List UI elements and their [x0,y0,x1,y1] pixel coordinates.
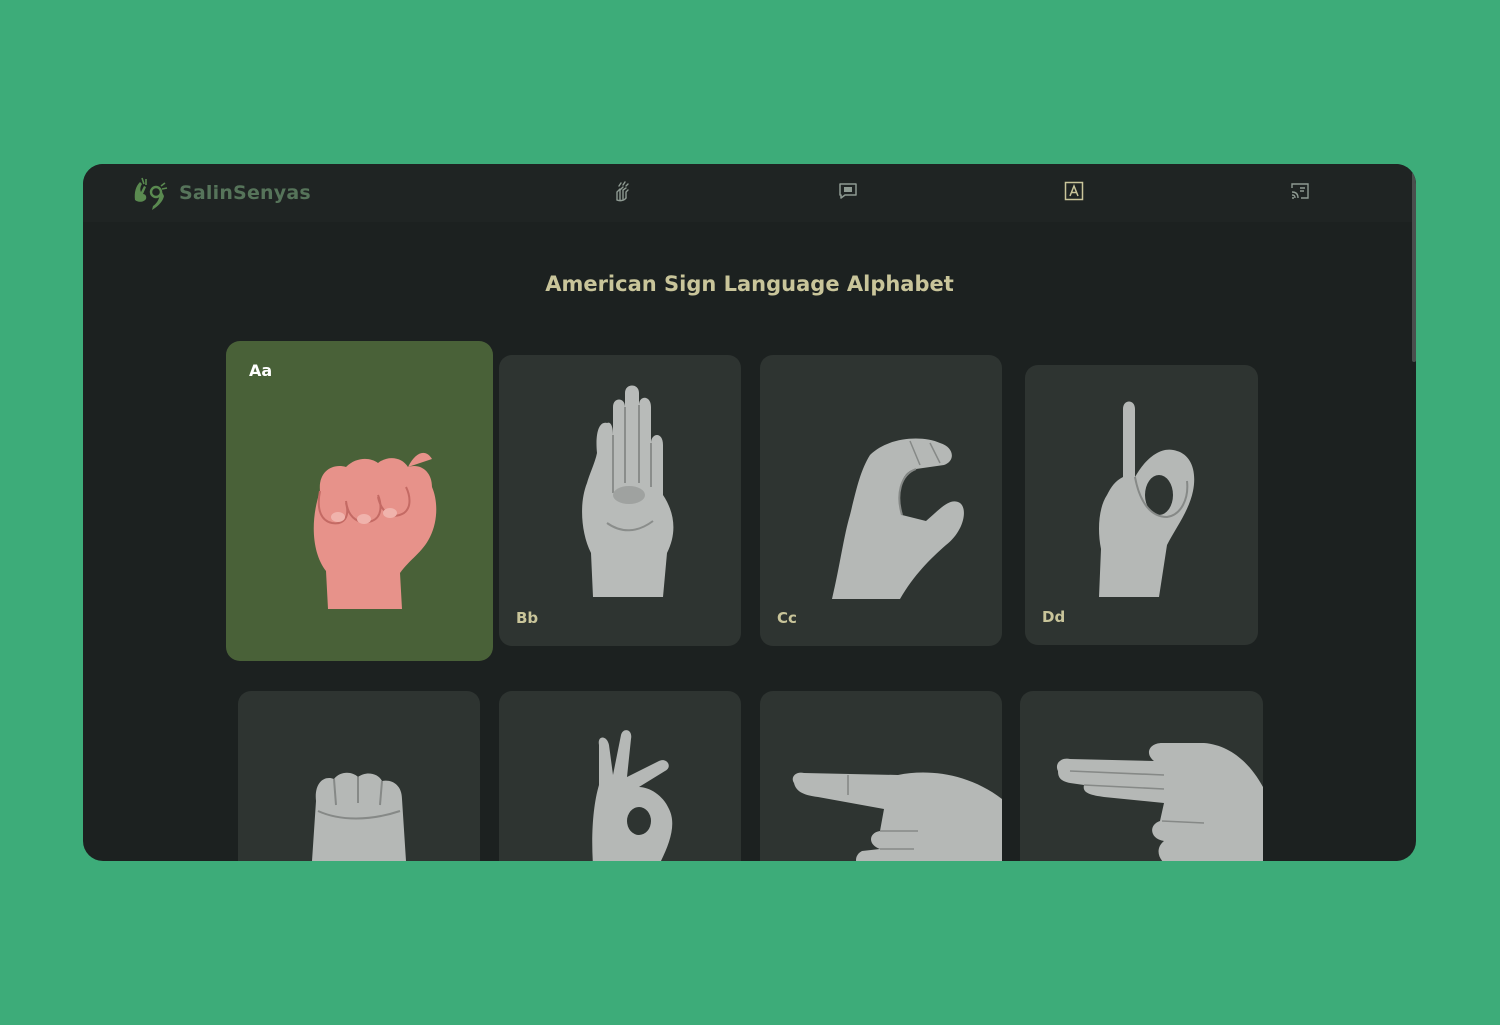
card-label: Bb [516,609,539,627]
nav-chat-button[interactable] [835,180,861,206]
letter-card-g[interactable] [760,691,1002,861]
card-label: Aa [249,361,273,380]
alphabet-icon [1063,180,1085,206]
hand-sign-e-image [312,772,406,861]
chat-icon [837,180,859,206]
letter-card-e[interactable] [238,691,480,861]
hand-sign-d-image [1099,401,1195,597]
hand-sign-g-image [792,772,1002,861]
navbar: SalinSenyas [83,164,1416,222]
app-window: SalinSenyas American Sign Language Alpha… [83,164,1416,861]
letter-card-f[interactable] [499,691,741,861]
letter-card-d[interactable]: Dd [1025,365,1258,645]
nav-alphabet-button[interactable] [1061,180,1087,206]
logo-hands-icon [131,174,169,212]
nav-cast-button[interactable] [1287,180,1313,206]
letter-card-c[interactable]: Cc [760,355,1002,646]
card-label: Dd [1042,608,1066,626]
hand-sign-b-image [582,385,674,597]
cast-icon [1289,180,1311,206]
letter-card-a[interactable]: Aa [226,341,493,661]
hand-sign-a-image [313,452,437,609]
card-label: Cc [777,609,797,627]
page-title: American Sign Language Alphabet [545,272,954,296]
scrollbar[interactable] [1412,172,1416,362]
hand-sign-h-image [1057,743,1263,861]
letter-card-b[interactable]: Bb [499,355,741,646]
hand-sign-f-image [592,730,673,861]
hand-sign-c-image [832,438,964,599]
letter-card-h[interactable] [1020,691,1263,861]
brand-name: SalinSenyas [179,182,311,204]
sign-hand-icon [611,180,633,206]
brand[interactable]: SalinSenyas [131,174,311,212]
nav-translate-sign-button[interactable] [609,180,635,206]
